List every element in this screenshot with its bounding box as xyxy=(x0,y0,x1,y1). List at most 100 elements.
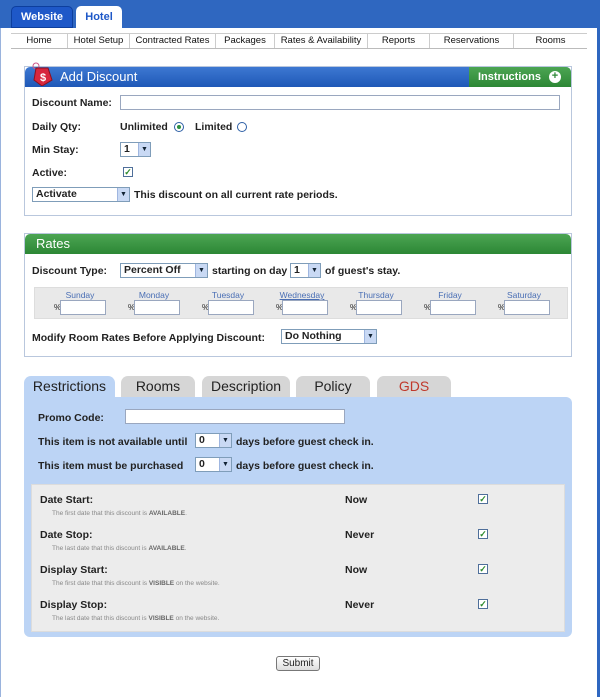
nav-rooms[interactable]: Rooms xyxy=(514,34,587,48)
unlimited-label: Unlimited xyxy=(120,121,168,133)
promo-code-label: Promo Code: xyxy=(38,412,104,424)
min-stay-select[interactable]: 1 ▼ xyxy=(120,142,151,157)
nav-home[interactable]: Home xyxy=(11,34,68,48)
discount-type-value: Percent Off xyxy=(124,264,181,276)
date-stop-label: Date Stop: xyxy=(40,529,93,541)
chevron-down-icon: ▼ xyxy=(219,458,231,471)
modify-rates-value: Do Nothing xyxy=(285,330,342,342)
tuesday-percent-input[interactable] xyxy=(208,300,254,315)
day-label-saturday: Saturday xyxy=(506,290,542,300)
min-stay-label: Min Stay: xyxy=(32,144,79,156)
friday-percent-input[interactable] xyxy=(430,300,476,315)
promo-code-input[interactable] xyxy=(125,409,345,424)
modify-rates-select[interactable]: Do Nothing ▼ xyxy=(281,329,377,344)
date-stop-checkbox[interactable]: ✓ xyxy=(478,529,488,539)
day-label-thursday: Thursday xyxy=(358,290,394,300)
date-start-value: Now xyxy=(345,494,368,506)
rates-header: Rates xyxy=(25,234,571,254)
activate-select[interactable]: Activate ▼ xyxy=(32,187,130,202)
not-available-days-select[interactable]: 0 ▼ xyxy=(195,433,232,448)
nav-packages[interactable]: Packages xyxy=(216,34,275,48)
website-tab[interactable]: Website xyxy=(11,6,73,28)
sunday-percent-input[interactable] xyxy=(60,300,106,315)
activate-description: This discount on all current rate period… xyxy=(134,189,338,201)
display-stop-value: Never xyxy=(345,599,375,611)
hotel-tab[interactable]: Hotel xyxy=(76,6,122,28)
tab-restrictions[interactable]: Restrictions xyxy=(24,376,115,398)
day-label-monday: Monday xyxy=(138,290,170,300)
display-start-checkbox[interactable]: ✓ xyxy=(478,564,488,574)
chevron-down-icon: ▼ xyxy=(117,188,129,201)
wednesday-percent-input[interactable] xyxy=(282,300,328,315)
display-start-value: Now xyxy=(345,564,368,576)
activate-value: Activate xyxy=(36,188,77,200)
active-checkbox[interactable]: ✓ xyxy=(123,167,133,177)
starting-on-day-label: starting on day xyxy=(212,265,288,277)
nav-contracted-rates[interactable]: Contracted Rates xyxy=(130,34,216,48)
plus-icon: + xyxy=(549,71,561,83)
tab-gds[interactable]: GDS xyxy=(377,376,451,397)
date-stop-value: Never xyxy=(345,529,375,541)
modify-rates-label: Modify Room Rates Before Applying Discou… xyxy=(32,332,265,344)
must-purchase-days-value: 0 xyxy=(199,458,205,470)
add-discount-title: Add Discount xyxy=(60,69,138,84)
top-tab-bar: Website Hotel xyxy=(0,0,600,28)
submit-button[interactable]: Submit xyxy=(276,656,320,671)
not-available-label: This item is not available until xyxy=(38,436,188,448)
nav-rates-availability[interactable]: Rates & Availability xyxy=(275,34,368,48)
display-stop-hint: The last date that this discount is VISI… xyxy=(52,615,220,622)
chevron-down-icon: ▼ xyxy=(195,264,207,277)
daily-qty-label: Daily Qty: xyxy=(32,121,82,133)
tab-rooms[interactable]: Rooms xyxy=(121,376,195,397)
instructions-button[interactable]: Instructions + xyxy=(469,67,571,87)
date-start-checkbox[interactable]: ✓ xyxy=(478,494,488,504)
chevron-down-icon: ▼ xyxy=(308,264,320,277)
day-percent-grid: Sunday Monday Tuesday Wednesday Thursday… xyxy=(34,287,568,319)
chevron-down-icon: ▼ xyxy=(219,434,231,447)
day-label-wednesday: Wednesday xyxy=(279,290,325,300)
chevron-down-icon: ▼ xyxy=(364,330,376,343)
nav-hotel-setup[interactable]: Hotel Setup xyxy=(68,34,130,48)
date-start-label: Date Start: xyxy=(40,494,94,506)
rates-title: Rates xyxy=(36,236,70,251)
instructions-label: Instructions xyxy=(478,71,541,83)
thursday-percent-input[interactable] xyxy=(356,300,402,315)
display-stop-checkbox[interactable]: ✓ xyxy=(478,599,488,609)
must-purchase-days-select[interactable]: 0 ▼ xyxy=(195,457,232,472)
of-guest-stay-label: of guest's stay. xyxy=(325,265,401,277)
day-label-sunday: Sunday xyxy=(65,290,95,300)
svg-text:$: $ xyxy=(40,72,46,84)
chevron-down-icon: ▼ xyxy=(138,143,150,156)
nav-reports[interactable]: Reports xyxy=(368,34,430,48)
days-before-label: days before guest check in. xyxy=(236,436,374,448)
start-day-select[interactable]: 1 ▼ xyxy=(290,263,321,278)
unlimited-radio[interactable] xyxy=(174,122,184,132)
display-start-label: Display Start: xyxy=(40,564,108,576)
display-stop-label: Display Stop: xyxy=(40,599,108,611)
monday-percent-input[interactable] xyxy=(134,300,180,315)
saturday-percent-input[interactable] xyxy=(504,300,550,315)
discount-name-label: Discount Name: xyxy=(32,97,112,109)
active-label: Active: xyxy=(32,167,68,179)
date-start-hint: The first date that this discount is AVA… xyxy=(52,510,187,517)
days-before-label: days before guest check in. xyxy=(236,460,374,472)
tab-policy[interactable]: Policy xyxy=(296,376,370,397)
min-stay-value: 1 xyxy=(124,143,130,155)
limited-radio[interactable] xyxy=(237,122,247,132)
display-start-hint: The first date that this discount is VIS… xyxy=(52,580,220,587)
tab-description[interactable]: Description xyxy=(202,376,290,397)
add-discount-header: Add Discount Instructions + xyxy=(25,67,571,87)
discount-type-label: Discount Type: xyxy=(32,265,108,277)
discount-tag-icon: $ xyxy=(31,62,53,87)
day-label-friday: Friday xyxy=(438,290,462,300)
must-purchase-label: This item must be purchased xyxy=(38,460,184,472)
nav-reservations[interactable]: Reservations xyxy=(430,34,514,48)
not-available-days-value: 0 xyxy=(199,434,205,446)
date-stop-hint: The last date that this discount is AVAI… xyxy=(52,545,187,552)
date-settings-box xyxy=(31,484,565,632)
limited-label: Limited xyxy=(195,121,233,133)
discount-name-input[interactable] xyxy=(120,95,560,110)
discount-type-select[interactable]: Percent Off ▼ xyxy=(120,263,208,278)
start-day-value: 1 xyxy=(294,264,300,276)
day-label-tuesday: Tuesday xyxy=(211,290,245,300)
